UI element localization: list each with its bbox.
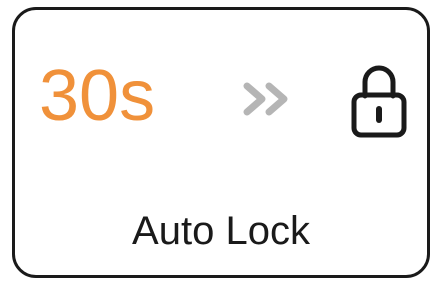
double-chevron-right-icon — [243, 82, 288, 116]
auto-lock-label: Auto Lock — [132, 209, 310, 253]
auto-lock-card[interactable]: 30s Auto Lock — [12, 7, 430, 278]
padlock-icon — [351, 65, 407, 138]
auto-lock-value: 30s — [39, 56, 156, 136]
